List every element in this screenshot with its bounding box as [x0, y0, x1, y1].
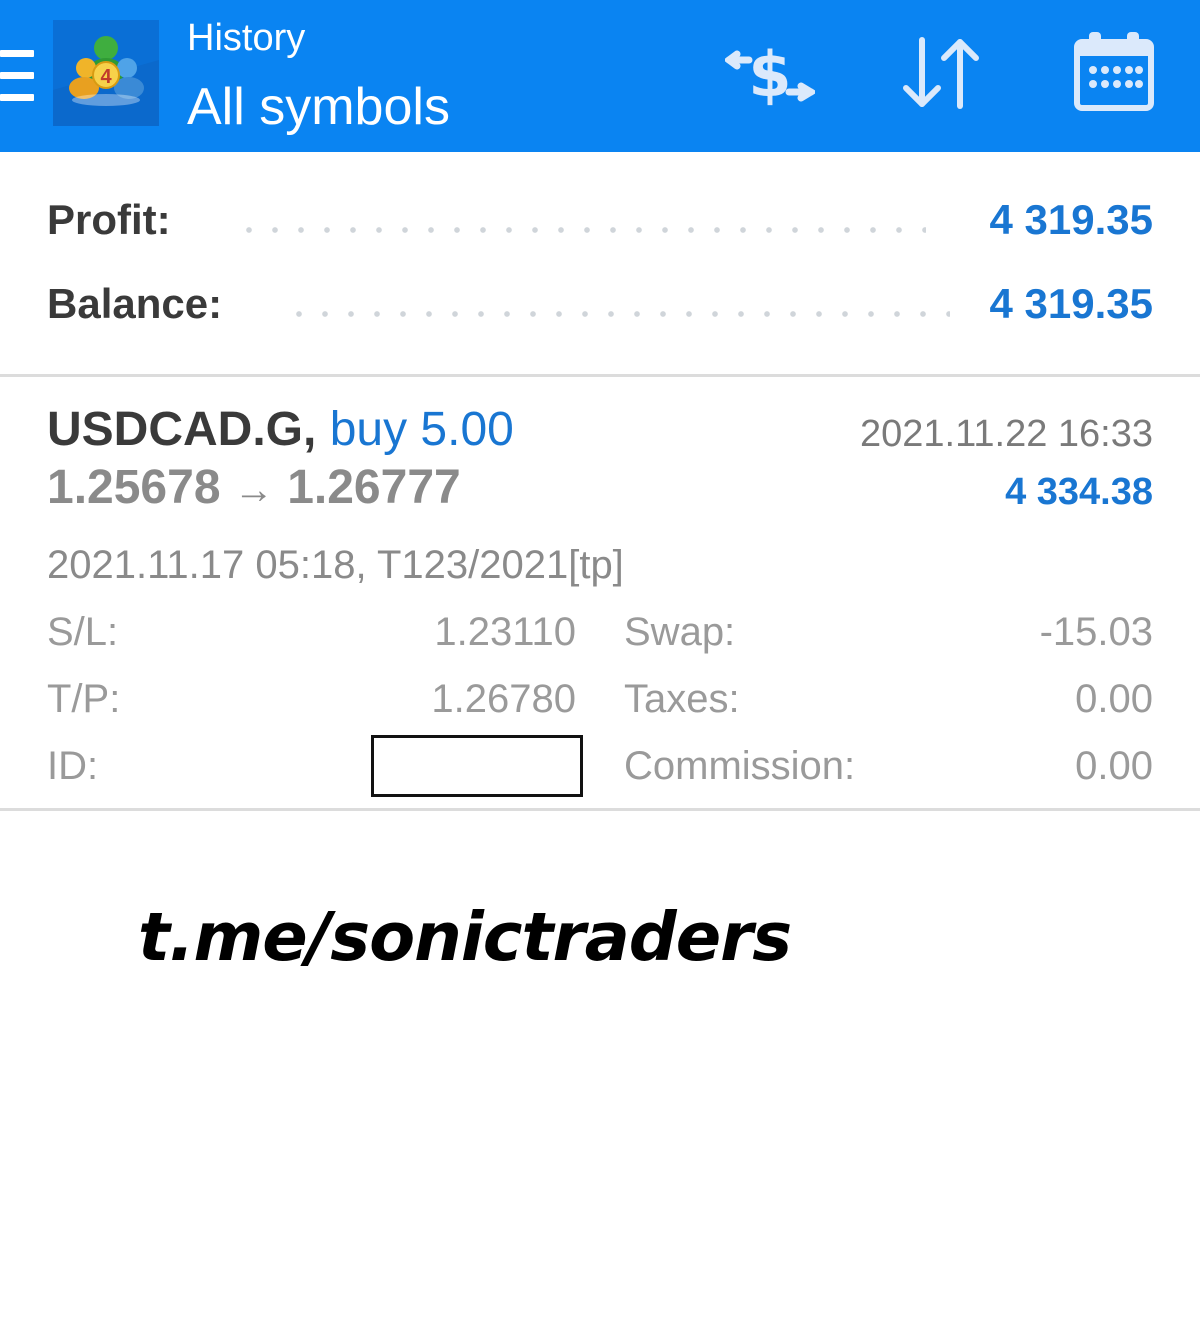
menu-icon[interactable] — [0, 50, 34, 102]
deal-profit: 4 334.38 — [1005, 471, 1153, 513]
id-label: ID: — [47, 744, 99, 788]
taxes-value: 0.00 — [1075, 677, 1153, 721]
svg-text:$: $ — [748, 40, 791, 110]
screen-title: History — [187, 17, 306, 59]
sl-label: S/L: — [47, 610, 119, 654]
close-price: 1.26777 — [287, 461, 461, 514]
deal-symbol-line: USDCAD.G, buy 5.00 — [47, 400, 514, 460]
tp-value: 1.26780 — [431, 677, 576, 721]
id-redaction-box — [371, 735, 583, 797]
dotted-leader — [286, 310, 950, 318]
balance-value: 4 319.35 — [989, 280, 1154, 327]
open-price: 1.25678 — [47, 461, 221, 514]
deal-prices: 1.25678 → 1.26777 — [47, 458, 461, 520]
dotted-leader — [236, 226, 926, 234]
divider — [0, 808, 1200, 811]
swap-value: -15.03 — [1039, 610, 1153, 654]
balance-label: Balance: — [47, 280, 223, 327]
arrow-icon: → — [233, 468, 274, 512]
deal-action: buy 5.00 — [329, 403, 514, 456]
swap-label: Swap: — [624, 610, 736, 654]
commission-label: Commission: — [624, 744, 856, 788]
watermark-text: t.me/sonictraders — [138, 898, 792, 976]
open-info: 2021.11.17 05:18, T123/2021[tp] — [47, 543, 624, 587]
sort-icon[interactable] — [898, 36, 988, 115]
metatrader-logo: 4 — [53, 20, 159, 126]
deal-symbol: USDCAD.G, — [47, 403, 317, 456]
profit-value: 4 319.35 — [989, 196, 1154, 243]
sl-value: 1.23110 — [434, 610, 576, 654]
tp-label: T/P: — [47, 677, 121, 721]
profit-label: Profit: — [47, 196, 171, 243]
taxes-label: Taxes: — [624, 677, 740, 721]
calendar-icon[interactable] — [1073, 30, 1155, 117]
close-time: 2021.11.22 16:33 — [859, 413, 1153, 455]
commission-value: 0.00 — [1075, 744, 1153, 788]
symbol-filter[interactable]: All symbols — [187, 76, 450, 138]
svg-text:4: 4 — [100, 66, 112, 88]
app-bar: 4 History All symbols $ — [0, 0, 1200, 152]
divider — [0, 374, 1200, 377]
currency-exchange-icon[interactable]: $ — [723, 38, 818, 115]
